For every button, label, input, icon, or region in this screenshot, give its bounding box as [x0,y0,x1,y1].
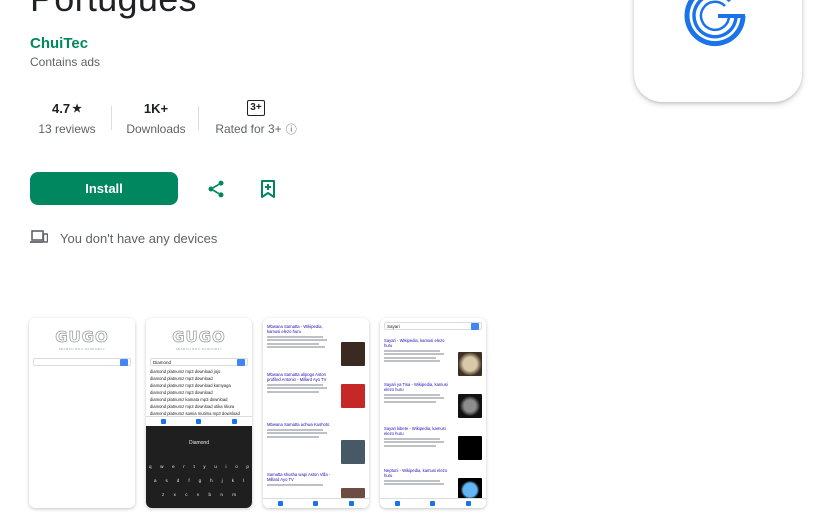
key: p [246,464,249,469]
result-title: Sayari - Wikipedia, kamusi elezo huru [384,338,445,348]
key: z [162,492,165,497]
devices-message: You don't have any devices [60,231,218,246]
suggestion-item: diamond platnumz kamata mp3 download [150,397,228,402]
key: b [208,492,211,497]
search-bar [33,358,131,366]
gugo-logo: GUGO [172,328,226,347]
suggestion-item: diamond platnumz mp3 download [150,376,213,381]
result-thumbnail [341,384,365,408]
g-logo-icon [684,0,746,47]
search-bar: Diamond [150,358,248,366]
key: v [196,492,200,497]
gugo-logo-subtext: SEARCH BOX RANDOMLY [175,347,223,351]
screenshot-4[interactable]: Sayari Sayari - Wikipedia, kamusi elezo … [380,318,486,508]
gugo-logo: GUGO [55,328,109,347]
result-title: Sayari ya Tisa - Wikipedia, kamusi elezo… [384,382,448,392]
app-icon [634,0,802,102]
search-query: Diamond [153,360,172,365]
install-button[interactable]: Install [30,172,178,205]
key: a [154,478,157,483]
content-rating-label: Rated for 3+ [215,121,282,136]
search-icon [471,323,479,330]
content-rating-badge: 3+ [247,99,265,116]
key: d [176,478,180,483]
search-result: Samatta shusha wapi Aston Villa - Millar… [267,472,365,486]
result-title: Neptuni - Wikipedia, kamusi elezo huru [384,468,448,478]
result-thumbnail [458,436,482,460]
keyboard-row-1: qwertyuiop [149,464,249,469]
key: g [198,478,202,483]
downloads-label: Downloads [126,121,186,136]
key: c [185,492,188,497]
reviews-count: 13 reviews [38,121,96,136]
developer-link[interactable]: ChuiTec [30,35,88,52]
bottom-nav [146,416,252,426]
rating-value: 4.7 [52,101,71,116]
key: o [235,464,238,469]
bottom-nav [380,498,486,508]
key: h [210,478,213,483]
downloads-value: 1K+ [143,101,169,116]
key: k [231,478,234,483]
devices-icon [30,230,49,247]
search-result: Mbwana Samatta achwa Kushoto [267,422,365,438]
keyboard: Diamond q w e r t y u i o p a s d f g h j k l z x c v b n m [146,426,252,508]
search-icon [237,359,245,366]
screenshot-3[interactable]: Mbwana Samatta - Wikipedia, kamusi elezo… [263,318,369,508]
key: s [165,478,168,483]
result-title: Mbwana Samatta alipogo Aston profiled An… [267,372,327,382]
key: r [183,464,185,469]
result-thumbnail [341,488,365,498]
device-availability: You don't have any devices [30,230,217,247]
result-thumbnail [458,352,482,376]
screenshot-1[interactable]: GUGO SEARCH BOX RANDOMLY [29,318,135,508]
keyboard-row-3: zxcvbnm [162,492,236,497]
screenshot-carousel[interactable]: GUGO SEARCH BOX RANDOMLY GUGO SEARCH BOX… [29,318,486,508]
contains-ads-label: Contains ads [30,55,101,69]
key: m [232,492,236,497]
search-bar: Sayari [384,322,482,330]
suggestion-item: diamond platnumz mp3 download utika riku… [150,404,235,409]
screenshot-2[interactable]: GUGO SEARCH BOX RANDOMLY Diamond diamond… [146,318,252,508]
keyboard-row-2: asdfghjkl [154,478,244,483]
info-icon[interactable]: ⓘ [286,121,297,137]
key: q [149,464,152,469]
result-title: Mbwana Samatta - Wikipedia, kamusi elezo… [267,324,323,334]
rating-stat[interactable]: 4.7 ★ 13 reviews [23,95,111,140]
key: x [173,492,176,497]
result-thumbnail [341,342,365,366]
suggestion-item: diamond platnumz mp3 download jojo [150,369,221,374]
app-stats: 4.7 ★ 13 reviews 1K+ Downloads 3+ Rated … [30,95,299,140]
suggestion-item: diamond platnumz mp3 download [150,390,213,395]
gugo-logo-subtext: SEARCH BOX RANDOMLY [58,347,106,351]
key: f [188,478,190,483]
result-thumbnail [341,440,365,464]
stat-divider [198,105,199,130]
search-query: Sayari [387,324,400,329]
star-icon: ★ [72,103,82,115]
stat-divider [111,105,112,130]
key: t [193,464,195,469]
share-icon[interactable] [202,175,230,203]
key: j [221,478,223,483]
app-title: Portugues [30,0,197,20]
key: u [214,464,217,469]
key: w [160,464,164,469]
result-thumbnail [458,394,482,418]
content-rating-stat[interactable]: 3+ Rated for 3+ ⓘ [213,95,299,140]
search-icon [120,359,128,366]
key: i [225,464,227,469]
key: l [242,478,244,483]
result-title: Samatta shusha wapi Aston Villa - Millar… [267,472,331,482]
bottom-nav [263,498,369,508]
downloads-stat: 1K+ Downloads [124,95,188,140]
result-title: Sayari kibete - Wikipedia, kamusi elezo … [384,426,446,436]
bookmark-add-icon[interactable] [254,175,282,203]
key: y [203,464,206,469]
key: n [220,492,223,497]
suggestion-item: diamond platnumz mp3 download kamyaga [150,383,231,388]
keyboard-suggestion: Diamond [188,440,209,446]
result-title: Mbwana Samatta achwa Kushoto [267,422,330,427]
key: e [172,464,175,469]
